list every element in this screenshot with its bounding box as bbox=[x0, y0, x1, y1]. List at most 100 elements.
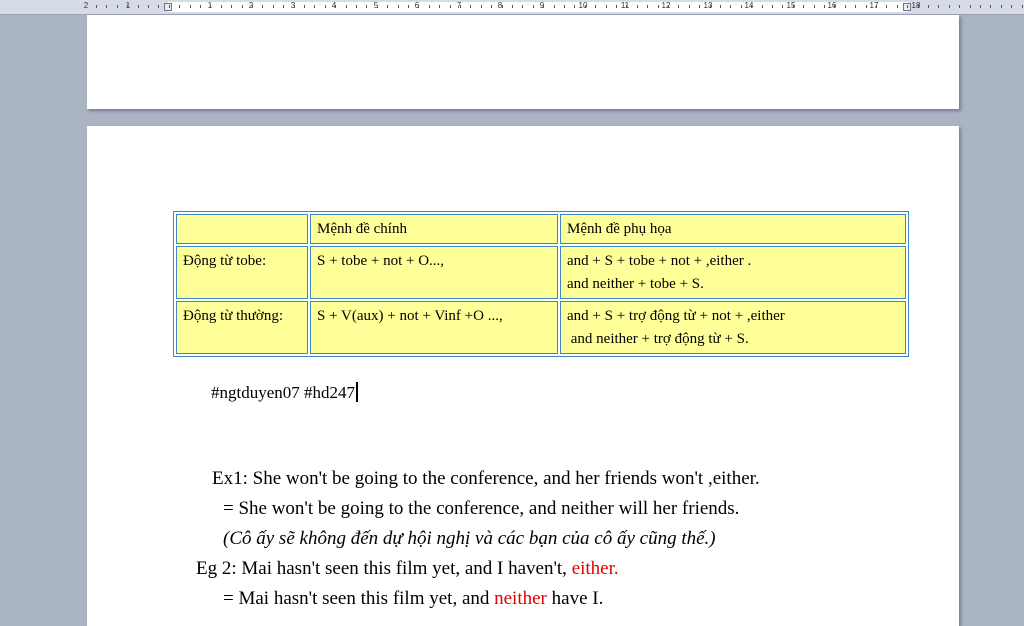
ruler-tick bbox=[918, 5, 919, 8]
table-row: Động từ thường: S + V(aux) + not + Vinf … bbox=[176, 301, 906, 354]
ruler-tick bbox=[273, 5, 274, 8]
ruler-tick bbox=[398, 5, 399, 8]
example-1-translation[interactable]: (Cô ấy sẽ không đến dự hội nghị và các b… bbox=[223, 528, 716, 550]
table-header-cell[interactable]: Mệnh đề chính bbox=[310, 214, 558, 244]
horizontal-ruler[interactable]: 2 1 1 2 3 4 5 6 7 8 9 10 11 12 13 14 15 … bbox=[0, 0, 1024, 15]
ruler-tick bbox=[834, 5, 835, 8]
table-header-row: Mệnh đề chính Mệnh đề phụ họa bbox=[176, 214, 906, 244]
left-indent-marker[interactable] bbox=[164, 3, 172, 11]
ruler-tick bbox=[158, 5, 159, 8]
ruler-tick bbox=[720, 5, 721, 8]
ruler-tick bbox=[418, 5, 419, 8]
ruler-tick bbox=[1001, 5, 1002, 8]
ruler-tick bbox=[886, 5, 887, 8]
ruler-tick bbox=[231, 5, 232, 8]
ruler-tick bbox=[117, 5, 118, 8]
ruler-tick bbox=[356, 5, 357, 8]
highlight-either: either. bbox=[571, 558, 619, 579]
hashtags-line[interactable]: #ngtduyen07 #hd247 bbox=[211, 382, 359, 403]
ruler-tick bbox=[803, 5, 804, 8]
ruler-tick bbox=[710, 5, 711, 8]
ruler-tick bbox=[824, 5, 825, 8]
ruler-tick bbox=[990, 5, 991, 8]
ruler-tick bbox=[730, 5, 731, 8]
document-page-previous bbox=[87, 15, 959, 109]
ruler-tick bbox=[949, 5, 950, 8]
table-cell[interactable]: and + S + trợ động từ + not + ,either an… bbox=[560, 301, 906, 354]
ruler-tick bbox=[616, 5, 617, 8]
example-2-text: Eg 2: Mai hasn't seen this film yet, and… bbox=[196, 558, 572, 579]
document-page-current[interactable]: Mệnh đề chính Mệnh đề phụ họa Động từ to… bbox=[87, 126, 959, 626]
cell-line: and neither + trợ động từ + S. bbox=[567, 331, 749, 347]
ruler-tick bbox=[96, 5, 97, 8]
ruler-tick bbox=[741, 5, 742, 8]
ruler-tick bbox=[959, 5, 960, 8]
ruler-tick bbox=[439, 5, 440, 8]
ruler-label: 17 bbox=[869, 1, 879, 10]
ruler-tick bbox=[408, 5, 409, 8]
example-2[interactable]: Eg 2: Mai hasn't seen this film yet, and… bbox=[196, 558, 619, 580]
ruler-tick bbox=[148, 5, 149, 8]
cell-line: and neither + tobe + S. bbox=[567, 276, 704, 292]
ruler-tick bbox=[221, 5, 222, 8]
ruler-label: 12 bbox=[661, 1, 671, 10]
ruler-tick bbox=[782, 5, 783, 8]
table-cell[interactable]: S + V(aux) + not + Vinf +O ..., bbox=[310, 301, 558, 354]
ruler-tick bbox=[294, 5, 295, 8]
ruler-tick bbox=[242, 5, 243, 8]
ruler-tick bbox=[543, 5, 544, 8]
ruler-tick bbox=[106, 5, 107, 8]
ruler-tick bbox=[751, 5, 752, 8]
ruler-tick bbox=[335, 5, 336, 8]
ruler-label: 14 bbox=[744, 1, 754, 10]
ruler-tick bbox=[658, 5, 659, 8]
ruler-tick bbox=[429, 5, 430, 8]
table-cell[interactable] bbox=[176, 214, 308, 244]
ruler-tick bbox=[699, 5, 700, 8]
ruler-tick bbox=[772, 5, 773, 8]
ruler-tick bbox=[314, 5, 315, 8]
ruler-label: 18 bbox=[911, 1, 921, 10]
ruler-tick bbox=[366, 5, 367, 8]
table-row-label[interactable]: Động từ thường: bbox=[176, 301, 308, 354]
ruler-tick bbox=[876, 5, 877, 8]
table-cell[interactable]: S + tobe + not + O..., bbox=[310, 246, 558, 299]
ruler-tick bbox=[762, 5, 763, 8]
ruler-tick bbox=[533, 5, 534, 8]
ruler-tick bbox=[574, 5, 575, 8]
example-1[interactable]: Ex1: She won't be going to the conferenc… bbox=[212, 468, 760, 490]
example-1-rewrite[interactable]: = She won't be going to the conference, … bbox=[223, 498, 739, 520]
ruler-label: 16 bbox=[827, 1, 837, 10]
table-cell[interactable]: and + S + tobe + not + ,either . and nei… bbox=[560, 246, 906, 299]
cell-line: and + S + tobe + not + ,either . bbox=[567, 253, 752, 269]
ruler-tick bbox=[470, 5, 471, 8]
ruler-tick bbox=[491, 5, 492, 8]
ruler-tick bbox=[262, 5, 263, 8]
ruler-label: 13 bbox=[703, 1, 713, 10]
ruler-tick bbox=[377, 5, 378, 8]
ruler-tick bbox=[387, 5, 388, 8]
ruler-tick bbox=[127, 5, 128, 8]
ruler-label: 10 bbox=[578, 1, 588, 10]
table-row: Động từ tobe: S + tobe + not + O..., and… bbox=[176, 246, 906, 299]
ruler-tick bbox=[283, 5, 284, 8]
ruler-tick bbox=[866, 5, 867, 8]
text-cursor bbox=[356, 382, 359, 402]
ruler-tick bbox=[252, 5, 253, 8]
ruler-tick bbox=[938, 5, 939, 8]
ruler-tick bbox=[346, 5, 347, 8]
ruler-tick bbox=[138, 5, 139, 8]
cell-line: and + S + trợ động từ + not + ,either bbox=[567, 308, 785, 324]
ruler-label: 2 bbox=[83, 1, 89, 10]
ruler-tick bbox=[554, 5, 555, 8]
ruler-tick bbox=[1022, 5, 1023, 8]
ruler-tick bbox=[793, 5, 794, 8]
ruler-text-area bbox=[168, 2, 908, 12]
example-2-rewrite-text: = Mai hasn't seen this film yet, and bbox=[223, 588, 495, 609]
table-header-cell[interactable]: Mệnh đề phụ họa bbox=[560, 214, 906, 244]
ruler-tick bbox=[502, 5, 503, 8]
example-2-rewrite[interactable]: = Mai hasn't seen this film yet, and nei… bbox=[223, 588, 603, 610]
table-row-label[interactable]: Động từ tobe: bbox=[176, 246, 308, 299]
ruler-tick bbox=[606, 5, 607, 8]
ruler-tick bbox=[980, 5, 981, 8]
